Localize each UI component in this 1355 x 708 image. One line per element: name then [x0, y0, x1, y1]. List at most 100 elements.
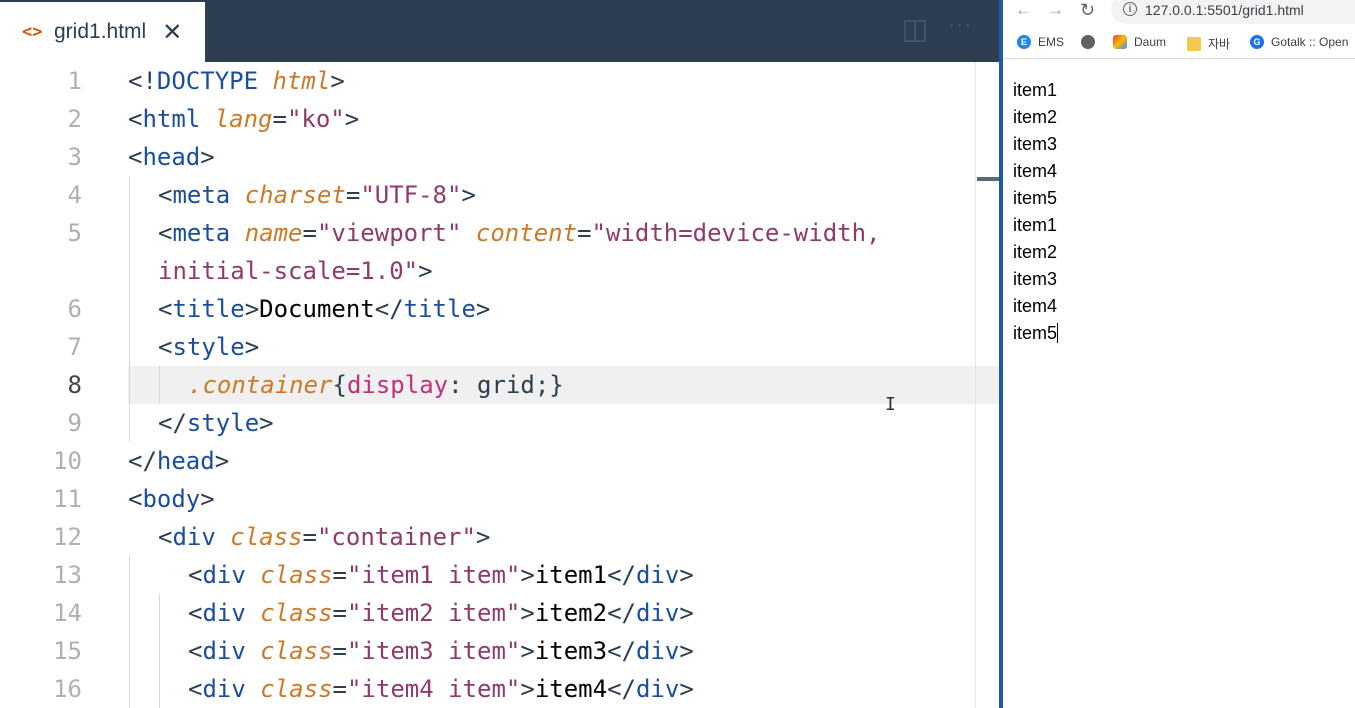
code-line[interactable]: <!DOCTYPE html> — [128, 62, 345, 100]
code-line[interactable]: <meta charset="UTF-8"> — [158, 176, 476, 214]
code-token: > — [475, 295, 491, 323]
code-line[interactable]: <div class="item4 item">item4</div> — [188, 670, 694, 708]
split-editor-icon[interactable] — [904, 20, 926, 42]
bookmarks-bar: E EMS Daum 자바 G Gotalk :: Open — [1003, 30, 1355, 59]
code-token: = — [332, 675, 347, 703]
code-editor: <> grid1.html ✕ ··· 1 <!DOCTYPE html> 2 <ht… — [0, 0, 1000, 708]
code-token: </ — [607, 637, 636, 665]
code-token: item1 — [534, 561, 608, 589]
code-line[interactable]: initial-scale=1.0"> — [158, 252, 433, 290]
code-line[interactable]: <div class="item1 item">item1</div> — [188, 556, 694, 594]
code-token: < — [128, 143, 143, 171]
code-token: body — [142, 485, 201, 513]
page-item: item1 — [1013, 212, 1058, 239]
page-item: item5 — [1013, 320, 1059, 347]
code-area[interactable]: 1 <!DOCTYPE html> 2 <html lang="ko"> 3 <head>… — [0, 62, 1000, 708]
code-line[interactable]: <div class="item2 item">item2</div> — [188, 594, 694, 632]
indent-guide — [129, 556, 130, 708]
code-token: "container" — [316, 523, 476, 551]
code-line[interactable]: <meta name="viewport" content="width=dev… — [158, 214, 881, 252]
url-text: 127.0.0.1:5501/grid1.html — [1145, 2, 1304, 18]
code-token: div — [635, 561, 680, 589]
line-number: 10 — [53, 447, 82, 475]
more-icon[interactable]: ··· — [948, 14, 972, 39]
page-item-text: item1 — [1013, 215, 1058, 235]
code-line[interactable]: <html lang="ko"> — [128, 100, 359, 138]
line-number: 1 — [67, 67, 82, 95]
page-item-text: item4 — [1013, 296, 1058, 316]
info-icon[interactable]: i — [1123, 2, 1137, 16]
tab-title: grid1.html — [54, 20, 147, 43]
code-line[interactable]: <head> — [128, 138, 215, 176]
code-line[interactable]: <title>Document</title> — [158, 290, 490, 328]
page-item-text: item3 — [1013, 269, 1058, 289]
code-token: > — [461, 181, 476, 209]
code-token: head — [142, 143, 201, 171]
reload-icon[interactable]: ↻ — [1080, 0, 1095, 20]
code-token: < — [128, 105, 143, 133]
back-arrow-icon[interactable]: ← — [1015, 0, 1032, 20]
gotalk-icon: G — [1250, 35, 1264, 49]
editor-tab-bar: <> grid1.html ✕ ··· — [0, 0, 1000, 62]
code-token: div — [202, 675, 246, 703]
indent-guide — [129, 176, 130, 442]
code-token: title — [403, 295, 476, 323]
code-token: .container — [188, 371, 333, 399]
code-line[interactable]: <div class="item3 item">item3</div> — [188, 632, 694, 670]
code-token: > — [679, 599, 694, 627]
code-token: display — [346, 371, 449, 399]
bookmark-ems[interactable]: E EMS — [1017, 35, 1064, 49]
code-line[interactable]: </head> — [128, 442, 229, 480]
code-token: > — [679, 675, 694, 703]
line-number: 15 — [53, 637, 82, 665]
folder-icon — [1187, 36, 1201, 51]
code-token: div — [202, 637, 246, 665]
code-token: </ — [128, 447, 157, 475]
code-token: </ — [374, 295, 404, 323]
code-token: </ — [607, 599, 636, 627]
code-token: meta — [172, 219, 231, 247]
code-token: > — [259, 409, 274, 437]
code-token: < — [188, 561, 203, 589]
code-token: < — [188, 637, 203, 665]
bookmark-gotalk[interactable]: G Gotalk :: Open — [1250, 35, 1348, 49]
code-token: div — [635, 637, 680, 665]
close-icon[interactable]: ✕ — [162, 18, 182, 46]
page-item: item2 — [1013, 104, 1058, 131]
code-token: > — [214, 447, 230, 475]
code-token: < — [158, 219, 173, 247]
code-token: content — [475, 219, 578, 247]
forward-arrow-icon[interactable]: → — [1047, 0, 1064, 20]
code-line[interactable]: <div class="container"> — [158, 518, 490, 556]
scrollbar-thumb[interactable] — [977, 177, 999, 181]
browser-toolbar: ← → ↻ i 127.0.0.1:5501/grid1.html — [1003, 0, 1355, 26]
page-item: item3 — [1013, 266, 1058, 293]
editor-tab[interactable]: <> grid1.html ✕ — [0, 2, 205, 62]
code-line[interactable]: </style> — [158, 404, 274, 442]
daum-icon — [1113, 35, 1127, 49]
code-token: < — [188, 599, 203, 627]
page-item-text: item4 — [1013, 161, 1058, 181]
code-line[interactable]: .container{display: grid;} — [188, 366, 564, 404]
code-line[interactable]: <body> — [128, 480, 215, 518]
page-item: item4 — [1013, 293, 1058, 320]
code-token: > — [200, 143, 215, 171]
code-token: = — [332, 561, 347, 589]
code-token: "item2 item" — [346, 599, 521, 627]
code-token: = — [332, 599, 347, 627]
code-token: charset — [244, 181, 346, 209]
code-line[interactable]: <style> — [158, 328, 259, 366]
bookmark-daum[interactable]: Daum — [1113, 35, 1166, 49]
line-number: 8 — [67, 371, 82, 399]
bookmark-folder-jaba[interactable]: 자바 — [1187, 35, 1230, 52]
code-token: = — [302, 523, 317, 551]
address-bar[interactable]: i 127.0.0.1:5501/grid1.html — [1111, 0, 1355, 24]
code-token: "width=device-width, — [591, 219, 881, 247]
bookmark-label: 자바 — [1208, 37, 1231, 51]
bookmark-globe[interactable] — [1081, 35, 1102, 49]
